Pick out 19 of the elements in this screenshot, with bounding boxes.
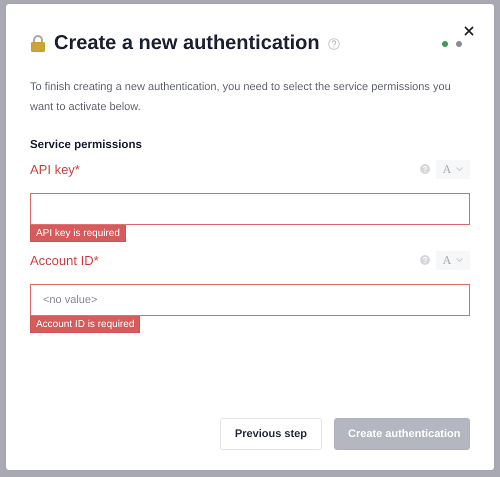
description-text: To finish creating a new authentication, you need to select the service permissions you want to activate below. xyxy=(30,80,452,115)
help-icon[interactable] xyxy=(420,255,430,265)
format-dropdown[interactable]: A xyxy=(436,160,470,178)
close-icon[interactable] xyxy=(462,24,476,38)
input-field[interactable] xyxy=(30,193,470,225)
section-heading: Service permissions xyxy=(30,139,143,151)
field-label: API key* xyxy=(30,162,80,176)
dialog-title: Create a new authentication xyxy=(54,32,320,55)
help-icon[interactable] xyxy=(420,164,430,174)
error-message: Account ID is required xyxy=(30,316,140,333)
help-icon[interactable] xyxy=(328,38,340,50)
chevron-icon xyxy=(456,258,464,262)
input-field[interactable]: <no value> xyxy=(30,284,470,316)
error-message: API key is required xyxy=(30,225,126,242)
chevron-icon xyxy=(456,167,464,171)
field-label: Account ID* xyxy=(30,252,99,268)
padlock-icon xyxy=(30,34,46,53)
back-button[interactable]: Previous step xyxy=(220,418,322,450)
format-dropdown[interactable]: A xyxy=(436,250,470,270)
